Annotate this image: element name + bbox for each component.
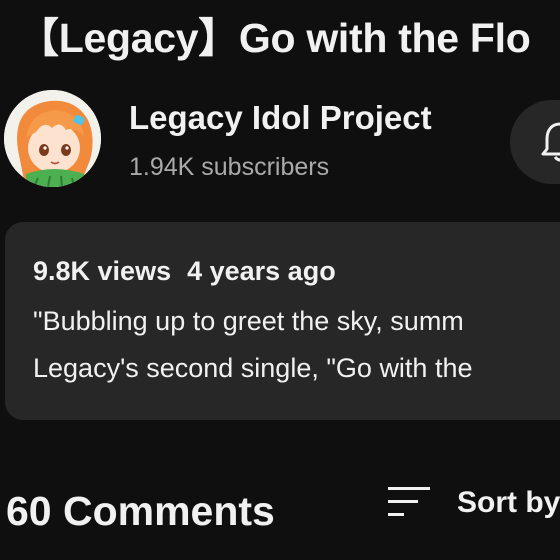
video-title: 【Legacy】Go with the Flo: [18, 15, 531, 61]
description-text-line: Legacy's second single, "Go with the: [33, 353, 473, 383]
watch-page: 【Legacy】Go with the Flo Legacy Idol Proj…: [0, 0, 560, 560]
anime-character-avatar-icon: [4, 90, 101, 187]
channel-name[interactable]: Legacy Idol Project: [129, 98, 432, 138]
sort-icon[interactable]: [386, 484, 432, 520]
description-text-line: "Bubbling up to greet the sky, summ: [33, 306, 464, 336]
sort-button[interactable]: Sort by: [457, 485, 560, 521]
bell-icon: [541, 122, 560, 162]
description-box[interactable]: 9.8K views 4 years ago "Bubbling up to gr…: [5, 222, 560, 420]
channel-avatar[interactable]: [4, 90, 101, 187]
notifications-bell-button[interactable]: [510, 100, 560, 184]
subscriber-count: 1.94K subscribers: [129, 153, 330, 181]
video-meta: 9.8K views 4 years ago: [33, 254, 336, 288]
view-count: 9.8K views: [33, 256, 172, 286]
comments-count: 60 Comments: [6, 488, 275, 534]
upload-age: 4 years ago: [187, 256, 336, 286]
